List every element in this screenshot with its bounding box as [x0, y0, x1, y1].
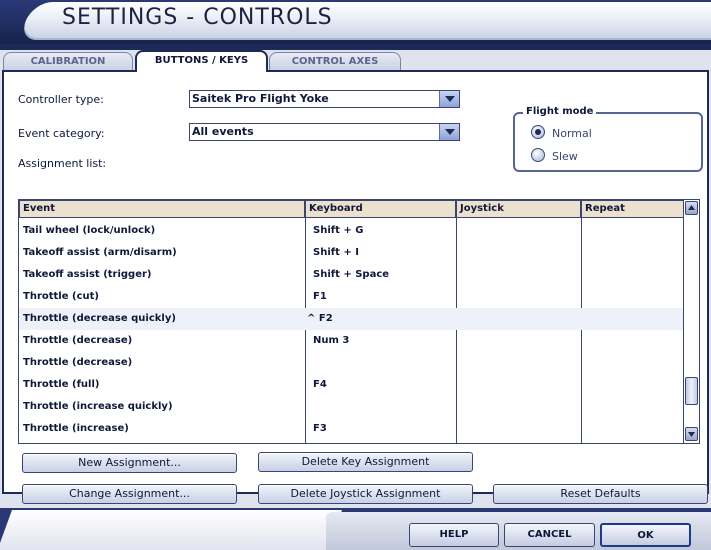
column-header-keyboard[interactable]: Keyboard — [305, 200, 456, 218]
title-bar: SETTINGS - CONTROLS — [0, 0, 711, 44]
chevron-down-icon — [688, 432, 695, 437]
controller-type-select[interactable]: Saitek Pro Flight Yoke — [189, 90, 460, 108]
keyboard-cell: Num 3 — [313, 335, 350, 346]
event-cell: Takeoff assist (trigger) — [23, 269, 152, 280]
chevron-up-icon — [688, 205, 695, 210]
event-cell: Throttle (decrease) — [23, 357, 133, 368]
controller-type-value: Saitek Pro Flight Yoke — [192, 92, 329, 105]
event-cell: Throttle (cut) — [23, 291, 99, 302]
tab-buttons-keys[interactable]: BUTTONS / KEYS — [135, 50, 268, 72]
event-cell: Throttle (increase quickly) — [23, 401, 173, 412]
event-category-select[interactable]: All events — [189, 123, 460, 141]
keyboard-cell: F3 — [313, 423, 327, 434]
table-row[interactable]: Throttle (decrease) Num 3 — [19, 330, 685, 352]
table-row-selected[interactable]: Throttle (decrease quickly) ^ F2 — [19, 308, 685, 330]
tab-calibration[interactable]: CALIBRATION — [3, 52, 133, 71]
assignment-list-label: Assignment list: — [18, 157, 107, 170]
delete-joystick-assignment-button[interactable]: Delete Joystick Assignment — [258, 484, 473, 504]
table-header: Event Keyboard Joystick Repeat — [19, 200, 685, 218]
event-cell: Tail wheel (lock/unlock) — [23, 225, 156, 236]
radio-normal-label[interactable]: Normal — [552, 127, 592, 140]
event-category-label: Event category: — [18, 127, 105, 140]
table-row[interactable]: Throttle (increase quickly) — [19, 396, 685, 418]
event-category-value: All events — [192, 125, 254, 138]
scroll-thumb[interactable] — [685, 377, 698, 405]
radio-slew-label[interactable]: Slew — [552, 150, 578, 163]
main-area: CALIBRATION BUTTONS / KEYS CONTROL AXES … — [0, 50, 711, 508]
new-assignment-button[interactable]: New Assignment... — [22, 453, 237, 473]
controller-type-label: Controller type: — [18, 93, 104, 106]
page-title: SETTINGS - CONTROLS — [62, 5, 333, 30]
event-cell: Takeoff assist (arm/disarm) — [23, 247, 177, 258]
delete-key-assignment-button[interactable]: Delete Key Assignment — [258, 452, 473, 472]
scroll-down-button[interactable] — [685, 427, 698, 441]
table-row[interactable]: Throttle (decrease) — [19, 352, 685, 374]
tab-control-axes[interactable]: CONTROL AXES — [269, 52, 401, 71]
chevron-down-icon[interactable] — [439, 124, 459, 140]
event-cell: Throttle (full) — [23, 379, 100, 390]
keyboard-cell: Shift + G — [313, 225, 364, 236]
column-header-repeat[interactable]: Repeat — [581, 200, 685, 218]
chevron-down-icon[interactable] — [439, 91, 459, 107]
footer-swoosh — [0, 510, 342, 550]
scroll-up-button[interactable] — [685, 201, 698, 215]
table-row[interactable]: Throttle (cut) F1 — [19, 286, 685, 308]
help-button[interactable]: HELP — [409, 523, 499, 547]
radio-normal[interactable] — [531, 125, 545, 139]
table-row[interactable]: Tail wheel (lock/unlock) Shift + G — [19, 220, 685, 242]
table-row[interactable]: Throttle (full) F4 — [19, 374, 685, 396]
table-row[interactable]: Takeoff assist (trigger) Shift + Space — [19, 264, 685, 286]
event-cell: Throttle (increase) — [23, 423, 129, 434]
radio-slew[interactable] — [531, 148, 545, 162]
keyboard-cell: Shift + Space — [313, 269, 390, 280]
column-header-joystick[interactable]: Joystick — [456, 200, 581, 218]
settings-panel: Controller type: Saitek Pro Flight Yoke … — [2, 70, 709, 504]
footer-bar: HELP CANCEL OK — [0, 508, 711, 550]
ok-button[interactable]: OK — [600, 523, 691, 547]
event-cell: Throttle (decrease) — [23, 335, 133, 346]
flight-mode-group: Flight mode Normal Slew — [513, 106, 703, 172]
keyboard-cell: F1 — [313, 291, 327, 302]
change-assignment-button[interactable]: Change Assignment... — [22, 484, 237, 504]
cancel-button[interactable]: CANCEL — [504, 523, 595, 547]
assignment-list[interactable]: Event Keyboard Joystick Repeat Tail whee… — [18, 199, 700, 444]
vertical-scrollbar[interactable] — [683, 200, 699, 443]
table-row[interactable]: Takeoff assist (arm/disarm) Shift + I — [19, 242, 685, 264]
reset-defaults-button[interactable]: Reset Defaults — [493, 484, 708, 504]
keyboard-cell: Shift + I — [313, 247, 359, 258]
column-header-event[interactable]: Event — [19, 200, 305, 218]
event-cell: Throttle (decrease quickly) — [23, 313, 176, 324]
table-row[interactable]: Throttle (increase) F3 — [19, 418, 685, 440]
flight-mode-legend: Flight mode — [523, 106, 597, 117]
keyboard-cell: ^ F2 — [307, 313, 333, 324]
keyboard-cell: F4 — [313, 379, 327, 390]
